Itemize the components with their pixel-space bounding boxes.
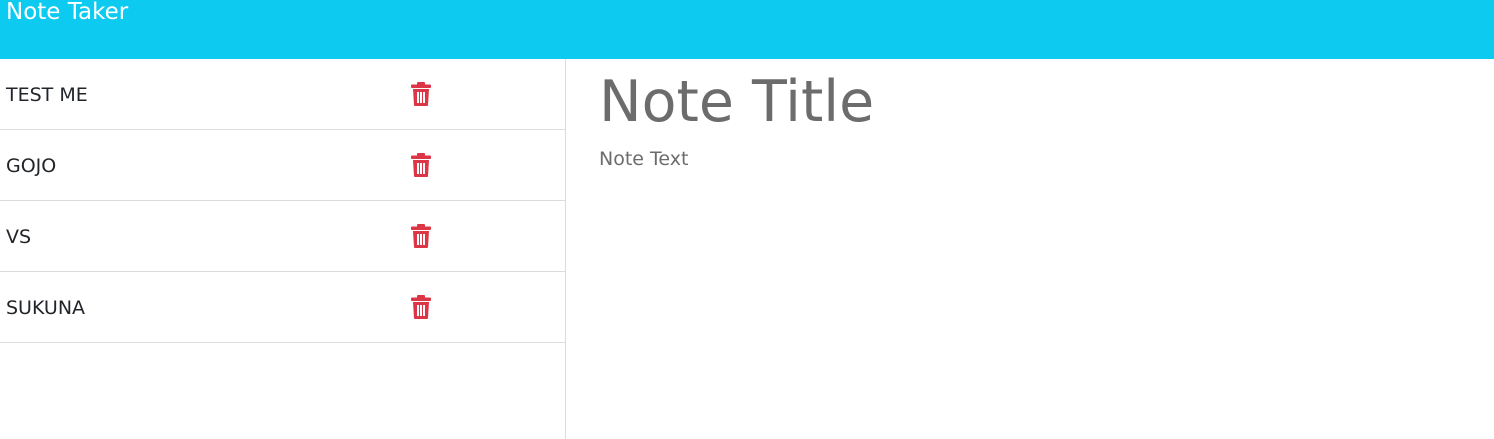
note-list-item[interactable]: GOJO [0, 130, 565, 201]
note-item-title[interactable]: TEST ME [6, 83, 88, 107]
note-list-item[interactable]: VS [0, 201, 565, 272]
delete-note-button[interactable] [410, 82, 432, 106]
note-list: TEST ME GOJO VS SUKUNA [0, 59, 565, 343]
note-text-input[interactable] [599, 147, 1459, 417]
note-title-input[interactable] [599, 69, 1459, 135]
trash-icon [411, 224, 431, 248]
note-editor [567, 59, 1494, 439]
delete-note-button[interactable] [410, 224, 432, 248]
trash-icon [411, 153, 431, 177]
delete-note-button[interactable] [410, 153, 432, 177]
note-list-item[interactable]: TEST ME [0, 59, 565, 130]
app-title[interactable]: Note Taker [6, 0, 128, 24]
trash-icon [411, 295, 431, 319]
navbar: Note Taker [0, 0, 1494, 59]
trash-icon [411, 82, 431, 106]
note-item-title[interactable]: SUKUNA [6, 296, 85, 320]
note-item-title[interactable]: GOJO [6, 154, 56, 178]
note-item-title[interactable]: VS [6, 225, 31, 249]
delete-note-button[interactable] [410, 295, 432, 319]
notes-sidebar: TEST ME GOJO VS SUKUNA [0, 59, 566, 439]
note-list-item[interactable]: SUKUNA [0, 272, 565, 343]
